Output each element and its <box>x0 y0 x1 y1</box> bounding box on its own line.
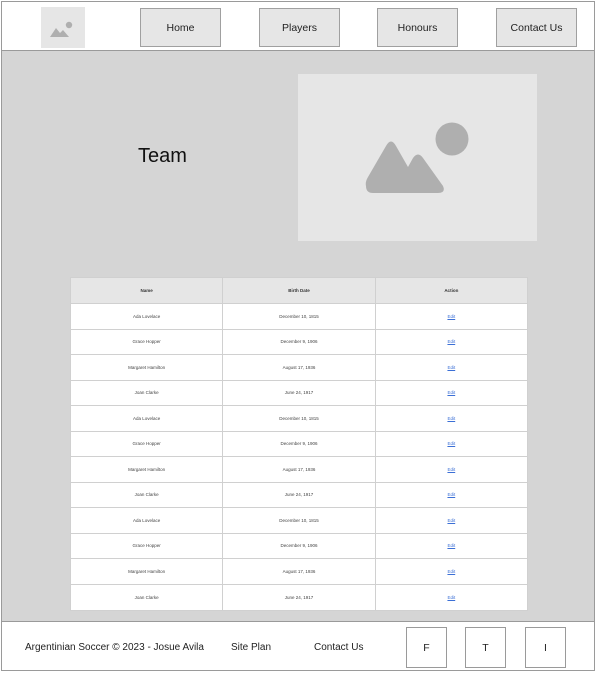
cell-name: Margaret Hamilton <box>128 364 166 370</box>
cell-action: Edit <box>374 406 527 431</box>
cell-action: Edit <box>374 482 527 507</box>
footer-contact-link[interactable]: Contact Us <box>314 642 363 653</box>
edit-link[interactable]: Edit <box>447 543 455 548</box>
cell-name: Joan Clarke <box>134 492 159 498</box>
image-placeholder-icon <box>365 122 469 193</box>
cell-birth-date: December 10, 1815 <box>222 508 374 533</box>
cell-birth-date: August 17, 1936 <box>222 559 374 584</box>
nav-honours-button[interactable]: Honours <box>377 8 458 47</box>
cell-name: Grace Hopper <box>132 339 161 345</box>
table-row: Margaret Hamilton August 17, 1936 Edit <box>71 355 527 381</box>
cell-birth-date: December 9, 1906 <box>222 329 374 354</box>
cell-birth-date: December 9, 1906 <box>222 533 374 558</box>
table-row: Grace Hopper December 9, 1906 Edit <box>71 533 527 559</box>
table-header: Name Birth Date Action <box>71 278 527 304</box>
cell-action: Edit <box>374 431 527 456</box>
cell-name: Joan Clarke <box>134 390 159 396</box>
edit-link[interactable]: Edit <box>447 365 455 370</box>
cell-action: Edit <box>374 533 527 558</box>
cell-action: Edit <box>374 457 527 482</box>
cell-name: Margaret Hamilton <box>128 568 166 574</box>
twitter-button[interactable]: T <box>465 627 506 668</box>
edit-link[interactable]: Edit <box>447 595 455 600</box>
cell-name: Ada Lovelace <box>133 517 161 523</box>
cell-action: Edit <box>374 559 527 584</box>
edit-link[interactable]: Edit <box>447 518 455 523</box>
table-row: Grace Hopper December 9, 1906 Edit <box>71 431 527 457</box>
cell-birth-date: June 24, 1917 <box>222 584 374 610</box>
page-title: Team <box>138 145 187 167</box>
cell-action: Edit <box>374 508 527 533</box>
cell-birth-date: August 17, 1936 <box>222 355 374 380</box>
table-row: Joan Clarke June 24, 1917 Edit <box>71 380 527 406</box>
cell-name: Joan Clarke <box>134 594 159 600</box>
site-header: Home Players Honours Contact Us <box>1 1 595 51</box>
table-row: Ada Lovelace December 10, 1815 Edit <box>71 304 527 330</box>
cell-birth-date: June 24, 1917 <box>222 482 374 507</box>
edit-link[interactable]: Edit <box>447 416 455 421</box>
nav-contact-button[interactable]: Contact Us <box>496 8 577 47</box>
cell-action: Edit <box>374 304 527 329</box>
instagram-button[interactable]: I <box>525 627 566 668</box>
column-header-action: Action <box>374 278 527 303</box>
cell-name: Grace Hopper <box>132 441 161 447</box>
logo[interactable] <box>41 7 85 48</box>
cell-name: Ada Lovelace <box>133 415 161 421</box>
edit-link[interactable]: Edit <box>447 492 455 497</box>
cell-birth-date: June 24, 1917 <box>222 380 374 405</box>
facebook-button[interactable]: F <box>406 627 447 668</box>
edit-link[interactable]: Edit <box>447 314 455 319</box>
hero-image <box>298 74 537 241</box>
cell-birth-date: August 17, 1936 <box>222 457 374 482</box>
edit-link[interactable]: Edit <box>447 441 455 446</box>
table-row: Ada Lovelace December 10, 1815 Edit <box>71 508 527 534</box>
edit-link[interactable]: Edit <box>447 390 455 395</box>
edit-link[interactable]: Edit <box>447 569 455 574</box>
cell-birth-date: December 10, 1815 <box>222 304 374 329</box>
table-row: Joan Clarke June 24, 1917 Edit <box>71 482 527 508</box>
edit-link[interactable]: Edit <box>447 339 455 344</box>
nav-players-button[interactable]: Players <box>259 8 340 47</box>
nav-home-button[interactable]: Home <box>140 8 221 47</box>
cell-action: Edit <box>374 380 527 405</box>
cell-birth-date: December 9, 1906 <box>222 431 374 456</box>
site-footer: Argentinian Soccer © 2023 - Josue Avila … <box>1 621 595 671</box>
players-table: Name Birth Date Action Ada Lovelace Decem… <box>70 277 528 611</box>
table-row: Ada Lovelace December 10, 1815 Edit <box>71 406 527 432</box>
table-row: Joan Clarke June 24, 1917 Edit <box>71 584 527 610</box>
site-plan-link[interactable]: Site Plan <box>231 642 271 653</box>
table-row: Margaret Hamilton August 17, 1936 Edit <box>71 559 527 585</box>
cell-action: Edit <box>374 355 527 380</box>
column-header-name: Name <box>140 288 153 293</box>
cell-name: Grace Hopper <box>132 543 161 549</box>
copyright-text: Argentinian Soccer © 2023 - Josue Avila <box>25 642 204 653</box>
table-row: Margaret Hamilton August 17, 1936 Edit <box>71 457 527 483</box>
column-header-birth-date: Birth Date <box>222 278 374 303</box>
cell-name: Margaret Hamilton <box>128 466 166 472</box>
cell-action: Edit <box>374 329 527 354</box>
cell-name: Ada Lovelace <box>133 313 161 319</box>
table-row: Grace Hopper December 9, 1906 Edit <box>71 329 527 355</box>
edit-link[interactable]: Edit <box>447 467 455 472</box>
table-body: Ada Lovelace December 10, 1815 Edit Grace H… <box>71 304 527 610</box>
cell-action: Edit <box>374 584 527 610</box>
cell-birth-date: December 10, 1815 <box>222 406 374 431</box>
image-placeholder-icon <box>50 21 73 37</box>
